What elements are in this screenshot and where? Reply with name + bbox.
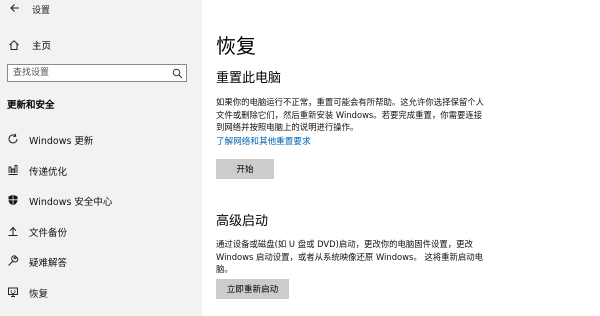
sidebar-item-delivery-optimization[interactable]: 传递优化 — [0, 159, 202, 181]
sidebar-item-windows-update[interactable]: Windows 更新 — [0, 128, 202, 150]
delivery-optimization-icon — [7, 164, 19, 176]
sidebar-item-label: Windows 安全中心 — [29, 197, 113, 208]
sidebar-item-label: 文件备份 — [29, 228, 68, 239]
main-content: 恢复 重置此电脑 如果你的电脑运行不正常，重置可能会有所帮助。这允许你选择保留个… — [202, 0, 600, 316]
reset-section-title: 重置此电脑 — [216, 71, 282, 86]
sidebar-item-label: 传递优化 — [29, 167, 68, 178]
recovery-icon — [7, 286, 19, 298]
sidebar-item-file-backup[interactable]: 文件备份 — [0, 220, 202, 242]
backup-icon — [7, 225, 19, 237]
sidebar-item-home[interactable]: 主页 — [8, 37, 51, 53]
sidebar: 设置 主页 更新和安全 Windows 更新 传递优化 Windows 安全中心 — [0, 0, 202, 316]
sidebar-item-label: Windows 更新 — [29, 136, 94, 147]
get-started-button[interactable]: 开始 — [216, 159, 274, 179]
description-line: 如果你的电脑运行不正常，重置可能会有所帮助。这允许你选择保留个人 — [216, 97, 484, 107]
description-line: 文件或删除它们，然后重新安装 Windows。若要完成重置，你需要连接 — [216, 109, 483, 120]
home-label: 主页 — [32, 41, 52, 52]
sidebar-item-label: 疑难解答 — [29, 258, 68, 269]
search-icon[interactable] — [172, 68, 183, 79]
sidebar-item-recovery[interactable]: 恢复 — [0, 281, 202, 303]
refresh-icon — [7, 133, 19, 145]
page-title: 恢复 — [216, 34, 256, 58]
advanced-startup-description: 通过设备或磁盘(如 U 盘或 DVD)启动，更改你的电脑固件设置，更改 Wind… — [216, 238, 516, 276]
sidebar-item-windows-security[interactable]: Windows 安全中心 — [0, 189, 202, 211]
sidebar-item-troubleshoot[interactable]: 疑难解答 — [0, 250, 202, 272]
description-line: 到网络并按照电脑上的说明进行操作。 — [216, 122, 359, 132]
search-box[interactable] — [7, 64, 187, 82]
search-input[interactable] — [8, 65, 173, 81]
back-arrow-icon[interactable] — [9, 2, 21, 14]
reset-requirements-link[interactable]: 了解网络和其他重置要求 — [216, 135, 311, 147]
home-icon — [8, 39, 20, 51]
window-title: 设置 — [32, 6, 51, 16]
section-heading: 更新和安全 — [7, 100, 55, 111]
shield-icon — [7, 194, 19, 206]
restart-now-button[interactable]: 立即重新启动 — [216, 279, 289, 299]
sidebar-item-label: 恢复 — [29, 289, 49, 300]
description-line: 脑。 — [216, 264, 233, 274]
wrench-icon — [7, 255, 19, 267]
advanced-startup-title: 高级启动 — [216, 214, 269, 229]
description-line: Windows 启动设置，或者从系统映像还原 Windows。 这将重新启动电 — [216, 251, 484, 262]
description-line: 通过设备或磁盘(如 U 盘或 DVD)启动，更改你的电脑固件设置，更改 — [216, 239, 473, 249]
reset-description: 如果你的电脑运行不正常，重置可能会有所帮助。这允许你选择保留个人 文件或删除它们… — [216, 96, 516, 134]
